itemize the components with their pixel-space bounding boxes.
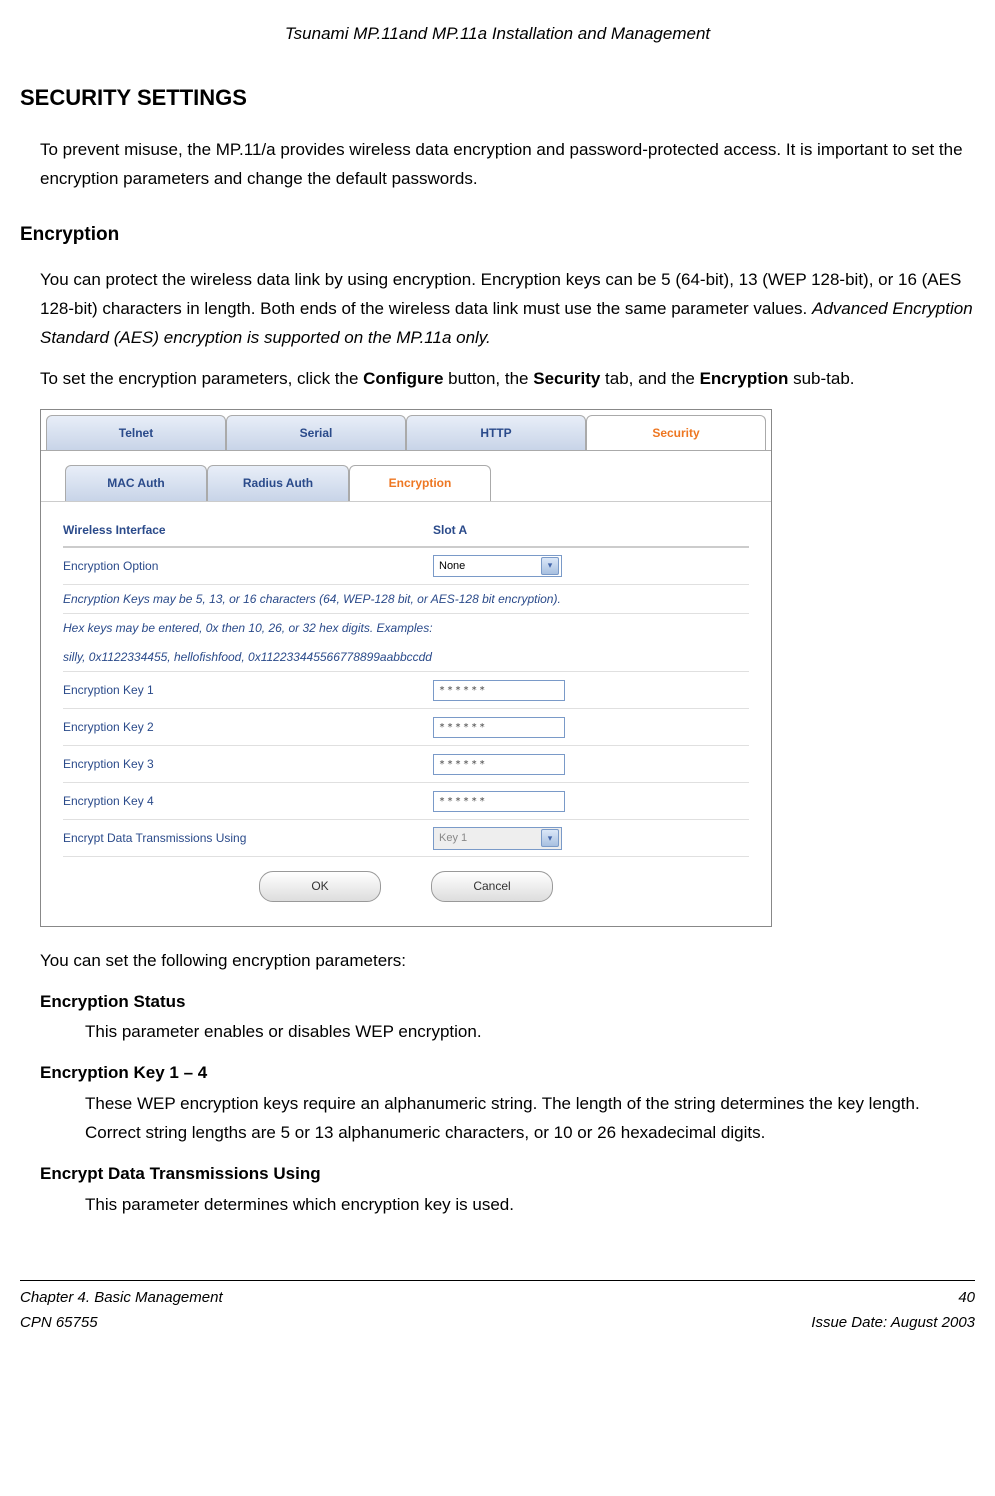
section-encryption: Encryption	[20, 219, 975, 251]
param-keys-text: These WEP encryption keys require an alp…	[85, 1090, 975, 1148]
note-hex-1: Hex keys may be entered, 0x then 10, 26,…	[63, 614, 749, 642]
after-shot-text: You can set the following encryption par…	[40, 947, 975, 976]
slot-label: Slot A	[433, 520, 467, 540]
param-keys-title: Encryption Key 1 – 4	[40, 1059, 975, 1088]
footer-cpn: CPN 65755	[20, 1310, 223, 1336]
key4-input[interactable]: ******	[433, 791, 565, 812]
footer-chapter: Chapter 4. Basic Management	[20, 1285, 223, 1311]
footer-issue-date: Issue Date: August 2003	[811, 1310, 975, 1336]
encryption-paragraph-1: You can protect the wireless data link b…	[40, 266, 975, 353]
embedded-screenshot: Telnet Serial HTTP Security MAC Auth Rad…	[40, 409, 772, 927]
tab-serial[interactable]: Serial	[226, 415, 406, 450]
subtab-radius-auth[interactable]: Radius Auth	[207, 465, 349, 500]
sub-tab-strip: MAC Auth Radius Auth Encryption	[41, 451, 771, 501]
key2-label: Encryption Key 2	[63, 717, 433, 737]
key3-input[interactable]: ******	[433, 754, 565, 775]
note-hex-2: silly, 0x1122334455, hellofishfood, 0x11…	[63, 643, 749, 672]
intro-paragraph: To prevent misuse, the MP.11/a provides …	[40, 136, 975, 194]
config-panel: Wireless Interface Slot A Encryption Opt…	[41, 502, 771, 926]
tab-security[interactable]: Security	[586, 415, 766, 450]
encryption-option-select[interactable]: None ▾	[433, 555, 562, 578]
param-status-title: Encryption Status	[40, 988, 975, 1017]
top-tab-strip: Telnet Serial HTTP Security	[41, 410, 771, 451]
chevron-down-icon: ▾	[541, 557, 559, 575]
tab-telnet[interactable]: Telnet	[46, 415, 226, 450]
key1-label: Encryption Key 1	[63, 680, 433, 700]
wireless-interface-label: Wireless Interface	[63, 520, 433, 540]
chevron-down-icon: ▾	[541, 829, 559, 847]
tab-http[interactable]: HTTP	[406, 415, 586, 450]
footer-page-number: 40	[811, 1285, 975, 1311]
subtab-mac-auth[interactable]: MAC Auth	[65, 465, 207, 500]
param-using-text: This parameter determines which encrypti…	[85, 1191, 975, 1220]
key3-label: Encryption Key 3	[63, 754, 433, 774]
page-footer: Chapter 4. Basic Management CPN 65755 40…	[20, 1280, 975, 1336]
note-key-length: Encryption Keys may be 5, 13, or 16 char…	[63, 585, 749, 614]
param-status-text: This parameter enables or disables WEP e…	[85, 1018, 975, 1047]
doc-header: Tsunami MP.11and MP.11a Installation and…	[20, 20, 975, 49]
cancel-button[interactable]: Cancel	[431, 871, 553, 901]
key2-input[interactable]: ******	[433, 717, 565, 738]
param-using-title: Encrypt Data Transmissions Using	[40, 1160, 975, 1189]
using-select[interactable]: Key 1 ▾	[433, 827, 562, 850]
encryption-paragraph-2: To set the encryption parameters, click …	[40, 365, 975, 394]
key1-input[interactable]: ******	[433, 680, 565, 701]
key4-label: Encryption Key 4	[63, 791, 433, 811]
encryption-option-label: Encryption Option	[63, 556, 433, 576]
subtab-encryption[interactable]: Encryption	[349, 465, 491, 500]
using-label: Encrypt Data Transmissions Using	[63, 828, 433, 848]
ok-button[interactable]: OK	[259, 871, 381, 901]
page-title: SECURITY SETTINGS	[20, 79, 975, 116]
